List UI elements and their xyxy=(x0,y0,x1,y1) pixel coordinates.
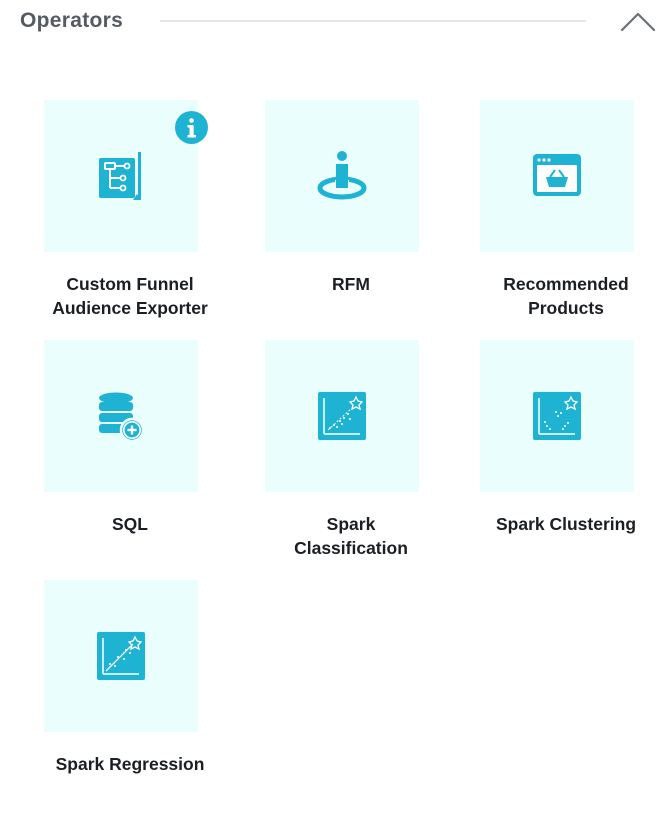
chevron-up-icon xyxy=(620,12,656,32)
operator-card-custom-funnel-audience-exporter[interactable]: Custom Funnel Audience Exporter xyxy=(20,100,240,340)
section-title: Operators xyxy=(20,9,124,32)
operator-tile[interactable] xyxy=(265,340,419,492)
operator-card-spark-clustering[interactable]: Spark Clustering xyxy=(456,340,666,580)
operator-label-line: Classification xyxy=(294,538,408,558)
operator-card-spark-classification[interactable]: Spark Classification xyxy=(241,340,461,580)
info-button[interactable] xyxy=(175,111,208,144)
funnel-document-icon xyxy=(99,152,141,200)
operator-tile[interactable] xyxy=(44,580,198,732)
operator-label-line: Spark Regression xyxy=(55,754,205,774)
operator-label: Recommended Products xyxy=(456,272,666,320)
operator-tile[interactable] xyxy=(44,340,198,492)
operator-label: Spark Clustering xyxy=(456,512,666,536)
operator-label: Custom Funnel Audience Exporter xyxy=(20,272,240,320)
operator-card-spark-regression[interactable]: Spark Regression xyxy=(20,580,240,820)
operator-label-line: Audience Exporter xyxy=(52,298,208,318)
info-icon xyxy=(187,118,196,138)
shopping-basket-window-icon xyxy=(533,154,581,196)
scatter-chart-icon xyxy=(318,392,366,440)
operator-label-line: Recommended xyxy=(503,274,629,294)
operator-card-rfm[interactable]: RFM xyxy=(241,100,461,340)
operator-label: Spark Regression xyxy=(20,752,240,776)
operator-label-line: SQL xyxy=(112,514,148,534)
operator-tile[interactable] xyxy=(480,340,634,492)
operator-tile[interactable] xyxy=(480,100,634,252)
regression-chart-icon xyxy=(97,632,145,680)
cluster-chart-icon xyxy=(533,392,581,440)
operator-label-line: Spark xyxy=(326,514,376,534)
database-add-icon xyxy=(99,392,145,443)
operator-label: RFM xyxy=(241,272,461,296)
operator-tile[interactable] xyxy=(265,100,419,252)
operators-section-header: Operators xyxy=(0,0,666,46)
person-target-icon xyxy=(317,151,367,200)
operator-label: Spark Classification xyxy=(241,512,461,560)
operator-label-line: Spark Clustering xyxy=(495,514,637,534)
operator-label-line: Custom Funnel xyxy=(66,274,194,294)
operator-label: SQL xyxy=(20,512,240,536)
operator-label-line: Products xyxy=(528,298,604,318)
collapse-button[interactable] xyxy=(618,8,658,36)
operator-card-recommended-products[interactable]: Recommended Products xyxy=(456,100,666,340)
header-divider xyxy=(160,20,586,22)
operator-card-sql[interactable]: SQL xyxy=(20,340,240,580)
operator-label-line: RFM xyxy=(332,274,370,294)
